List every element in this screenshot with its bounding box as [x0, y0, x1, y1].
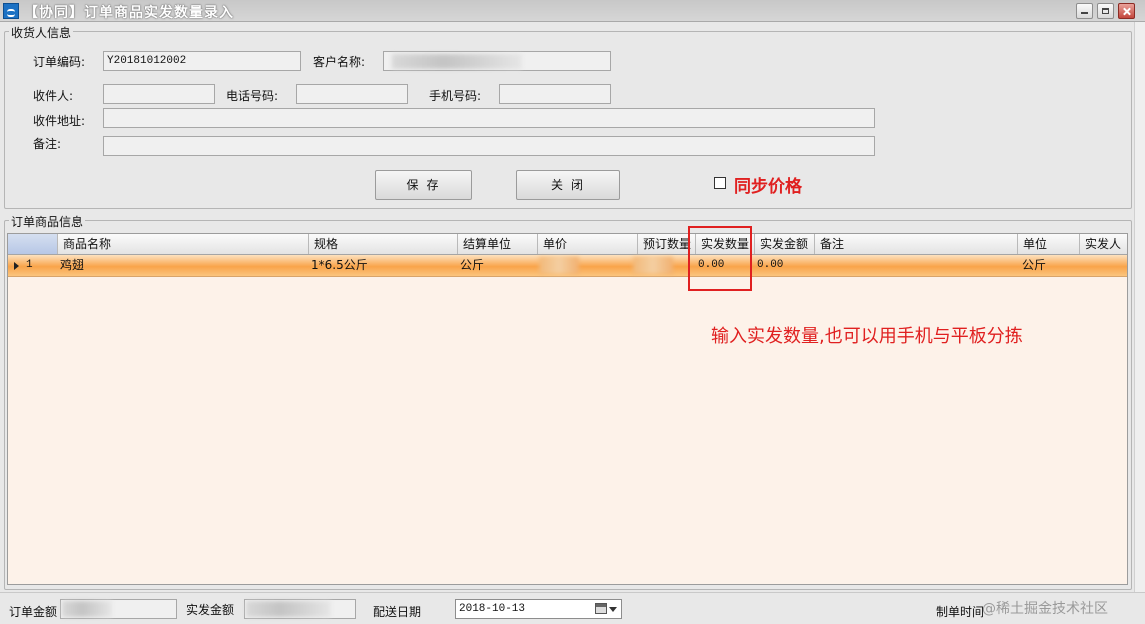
annotation-text: 输入实发数量,也可以用手机与平板分拣 [711, 326, 1023, 347]
redacted-order-amount [62, 601, 112, 617]
column-header[interactable]: 规格 [309, 234, 458, 254]
actual-qty-highlight [688, 226, 752, 291]
save-button[interactable]: 保存 [375, 170, 472, 200]
unit-cell[interactable]: 公斤 [1018, 255, 1080, 276]
redacted-actual-amount [246, 601, 331, 617]
settle-unit-cell[interactable]: 公斤 [456, 255, 536, 276]
recipient-field[interactable] [103, 84, 215, 104]
redacted-ordered-qty [633, 257, 673, 274]
redacted-customer-name [392, 54, 522, 69]
create-time-label: 制单时间 [936, 605, 985, 619]
grid-header: 商品名称 规格 结算单位 单价 预订数量 实发数量 实发金额 备注 单位 实发人 [8, 234, 1127, 255]
mobile-label: 手机号码: [429, 89, 482, 103]
column-header[interactable]: 结算单位 [458, 234, 538, 254]
close-button[interactable]: 关闭 [516, 170, 620, 200]
order-items-title: 订单商品信息 [9, 213, 86, 230]
window-title: 【协同】订单商品实发数量录入 [24, 5, 234, 21]
minimize-button[interactable] [1076, 3, 1093, 19]
calendar-icon[interactable] [595, 603, 607, 614]
column-header[interactable]: 实发人 [1080, 234, 1127, 254]
row-index: 1 [26, 259, 33, 271]
maximize-icon [1102, 8, 1109, 14]
spec-cell[interactable]: 1*6.5公斤 [307, 255, 456, 276]
receiver-info-title: 收货人信息 [9, 24, 74, 41]
current-row-indicator-icon [14, 262, 19, 270]
table-row[interactable]: 1 鸡翅 1*6.5公斤 公斤 0.00 0.00 公斤 [8, 255, 1127, 277]
column-header[interactable]: 单价 [538, 234, 638, 254]
actual-amount-cell[interactable]: 0.00 [753, 255, 813, 276]
window-edge [1134, 22, 1145, 592]
column-header[interactable]: 备注 [815, 234, 1018, 254]
customer-name-label: 客户名称: [313, 55, 366, 69]
actual-amount-label: 实发金额 [186, 603, 235, 617]
title-bar: 【协同】订单商品实发数量录入 [0, 0, 1145, 22]
sync-price-label[interactable]: 同步价格 [734, 172, 802, 197]
remark-label: 备注: [33, 137, 62, 151]
sync-price-checkbox[interactable] [714, 177, 726, 189]
items-grid: 商品名称 规格 结算单位 单价 预订数量 实发数量 实发金额 备注 单位 实发人… [7, 233, 1128, 585]
product-name-cell[interactable]: 鸡翅 [56, 255, 307, 276]
order-amount-label: 订单金额 [9, 605, 58, 619]
close-window-button[interactable] [1118, 3, 1135, 19]
minimize-icon [1081, 8, 1088, 14]
chevron-down-icon[interactable] [609, 607, 617, 612]
app-icon [3, 3, 19, 19]
redacted-unit-price [539, 257, 579, 274]
maximize-button[interactable] [1097, 3, 1114, 19]
column-header[interactable]: 实发金额 [755, 234, 815, 254]
delivery-date-label: 配送日期 [373, 605, 422, 619]
column-header[interactable]: 商品名称 [58, 234, 309, 254]
watermark: @稀土掘金技术社区 [982, 601, 1108, 617]
order-no-label: 订单编码: [33, 55, 86, 69]
address-field[interactable] [103, 108, 875, 128]
column-header[interactable]: 单位 [1018, 234, 1080, 254]
recipient-label: 收件人: [33, 89, 74, 103]
phone-field[interactable] [296, 84, 408, 104]
order-no-field[interactable]: Y20181012002 [103, 51, 301, 71]
address-label: 收件地址: [33, 114, 86, 128]
phone-label: 电话号码: [226, 89, 279, 103]
row-header-corner [8, 234, 58, 254]
mobile-field[interactable] [499, 84, 611, 104]
remark-field[interactable] [103, 136, 875, 156]
close-icon [1123, 8, 1130, 14]
